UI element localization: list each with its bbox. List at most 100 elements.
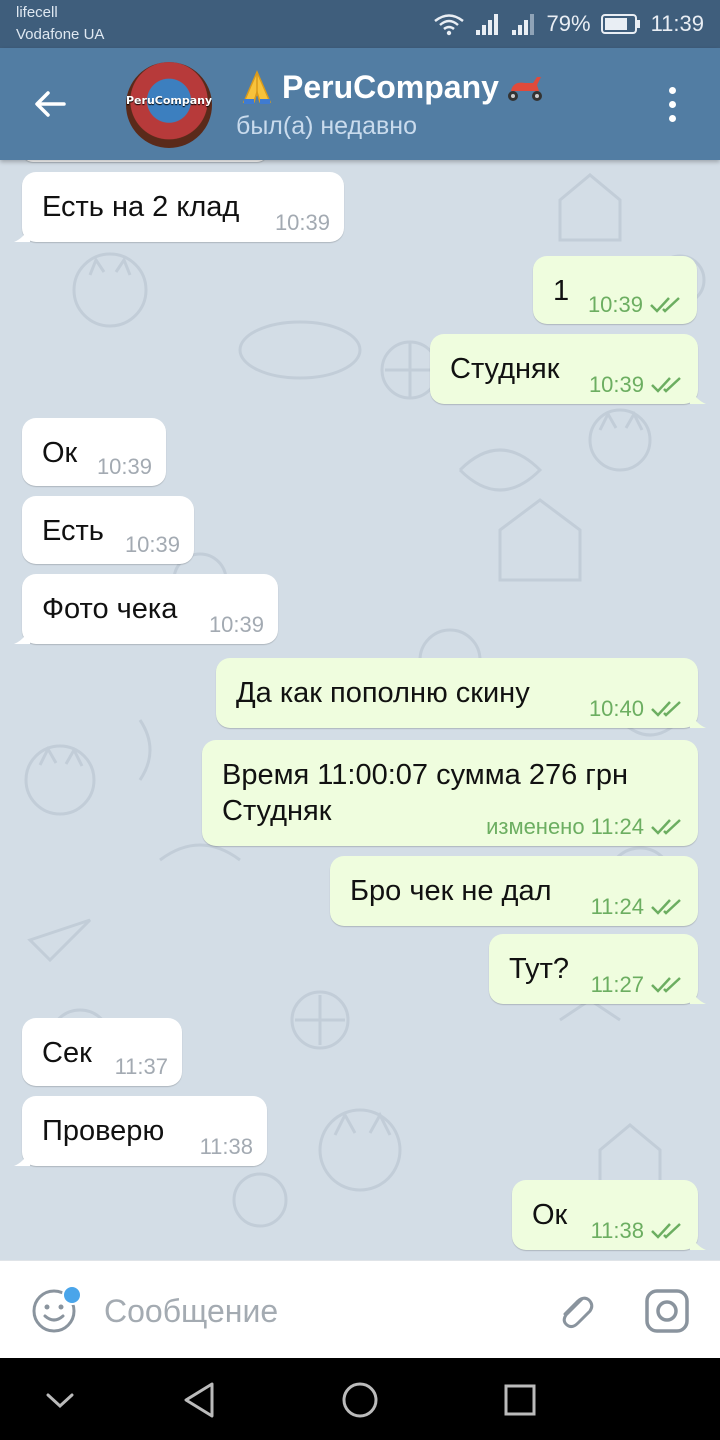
notification-dot — [62, 1285, 82, 1305]
message-incoming[interactable]: Есть 10:39 — [22, 496, 194, 564]
attach-button[interactable] — [552, 1287, 600, 1335]
message-meta: 10:39 — [125, 532, 180, 558]
message-text: 1 — [553, 275, 570, 307]
double-check-icon — [651, 977, 681, 993]
message-outgoing[interactable]: Время 11:00:07 сумма 276 грн Студняк изм… — [202, 740, 698, 846]
message-meta: 10:39 — [589, 372, 684, 398]
message-time: 10:39 — [96, 454, 152, 479]
back-button[interactable] — [30, 84, 70, 124]
message-incoming[interactable]: Проверю 11:38 — [14, 1096, 267, 1166]
camera-button[interactable] — [643, 1287, 691, 1335]
message-meta: 10:39 — [588, 292, 683, 318]
battery-icon — [600, 14, 640, 34]
message-text: Фото чека — [42, 593, 178, 625]
carrier-2: Vodafone UA — [16, 26, 105, 43]
message-edited-label: изменено — [486, 814, 585, 839]
message-meta: 11:27 — [591, 972, 684, 998]
message-time: 11:37 — [114, 1054, 168, 1079]
message-meta: 10:40 — [589, 696, 684, 722]
message-incoming[interactable]: Ок 10:39 — [22, 418, 166, 486]
message-incoming[interactable]: Фото чека 10:39 — [14, 574, 278, 644]
double-check-icon — [651, 701, 681, 717]
message-time: 10:39 — [588, 372, 644, 397]
moped-emoji-icon — [507, 77, 542, 101]
nav-home-icon[interactable] — [338, 1378, 382, 1422]
double-check-icon — [650, 297, 680, 313]
message-outgoing[interactable]: Бро чек не дал 11:24 — [330, 856, 698, 926]
double-check-icon — [651, 899, 681, 915]
message-text: Тут? — [509, 953, 569, 985]
message-time: 11:38 — [590, 1218, 644, 1243]
chat-title-row[interactable]: PeruCompany — [236, 66, 547, 108]
message-text: Есть — [42, 515, 104, 547]
bubble-tail — [690, 1234, 706, 1250]
chat-status: был(а) недавно — [236, 112, 418, 140]
chat-messages[interactable]: Есть на 2 клад 10:39 1 10:39 Студняк 10:… — [0, 160, 720, 1260]
message-text: Бро чек не дал — [350, 875, 552, 907]
nav-down-icon[interactable] — [38, 1378, 82, 1422]
more-menu-button[interactable] — [654, 86, 690, 122]
message-time: 11:27 — [590, 972, 644, 997]
double-check-icon — [651, 1223, 681, 1239]
message-input-bar — [0, 1260, 720, 1358]
message-text-line-2: Студняк — [222, 795, 332, 827]
bubble-tail — [690, 988, 706, 1004]
carrier-info: lifecell Vodafone UA — [16, 2, 104, 46]
message-time: 10:39 — [274, 210, 330, 235]
message-outgoing[interactable]: Студняк 10:39 — [430, 334, 706, 404]
double-check-icon — [651, 377, 681, 393]
message-outgoing[interactable]: Тут? 11:27 — [489, 934, 706, 1004]
status-icons: 79% 11:39 — [433, 10, 704, 38]
message-time: 10:39 — [124, 532, 180, 557]
message-meta: изменено 11:24 — [486, 814, 684, 840]
battery-percent: 79% — [546, 11, 591, 36]
message-outgoing[interactable]: Да как пополню скину 10:40 — [216, 658, 706, 728]
pray-emoji-icon — [242, 70, 272, 104]
bubble-tail — [14, 628, 30, 644]
message-outgoing[interactable]: Ок 11:38 — [512, 1180, 706, 1250]
message-outgoing[interactable]: 1 10:39 — [533, 256, 697, 324]
bubble-tail — [690, 388, 706, 404]
back-arrow-icon — [35, 91, 66, 117]
nav-back-icon[interactable] — [178, 1378, 222, 1422]
clock: 11:39 — [650, 11, 704, 36]
message-meta: 11:38 — [200, 1134, 253, 1160]
avatar-logo-text: PeruCompany — [126, 94, 212, 107]
chat-title: PeruCompany — [282, 68, 499, 105]
message-meta: 10:39 — [97, 454, 152, 480]
message-text: Студняк — [450, 353, 560, 385]
paperclip-icon — [562, 1296, 594, 1329]
message-time: 10:40 — [588, 696, 644, 721]
message-text: Ок — [42, 437, 78, 469]
message-meta: 11:37 — [115, 1054, 168, 1080]
nav-recents-icon[interactable] — [498, 1378, 542, 1422]
message-time: 10:39 — [587, 292, 643, 317]
bubble-tail — [690, 712, 706, 728]
more-vert-icon — [668, 114, 676, 122]
message-meta: 10:39 — [209, 612, 264, 638]
message-bubble-partial — [22, 160, 268, 162]
message-incoming[interactable]: Сек 11:37 — [22, 1018, 182, 1086]
system-nav-bar — [0, 1358, 720, 1440]
carrier-1: lifecell — [16, 4, 58, 21]
bubble-tail — [14, 226, 30, 242]
message-text: Проверю — [42, 1115, 165, 1147]
message-time: 11:38 — [199, 1134, 253, 1159]
message-meta: 11:24 — [591, 894, 684, 920]
message-text: Да как пополню скину — [236, 677, 530, 709]
message-time: 10:39 — [208, 612, 264, 637]
chat-header: PeruCompany PeruCompany был(а) недавно — [0, 48, 720, 160]
more-vert-icon — [668, 86, 676, 94]
message-input[interactable] — [104, 1289, 524, 1333]
message-text: Есть на 2 клад — [42, 191, 240, 223]
message-incoming[interactable]: Есть на 2 клад 10:39 — [14, 172, 344, 242]
message-text-line-1: Время 11:00:07 сумма 276 грн — [222, 759, 628, 791]
message-text: Сек — [42, 1037, 92, 1069]
wifi-icon — [433, 14, 464, 36]
message-meta: 11:38 — [591, 1218, 684, 1244]
chat-avatar[interactable]: PeruCompany — [126, 62, 212, 148]
message-time: 11:24 — [590, 894, 644, 919]
message-time: 11:24 — [590, 814, 644, 839]
bubble-tail — [14, 1150, 30, 1166]
message-meta: 10:39 — [275, 210, 330, 236]
